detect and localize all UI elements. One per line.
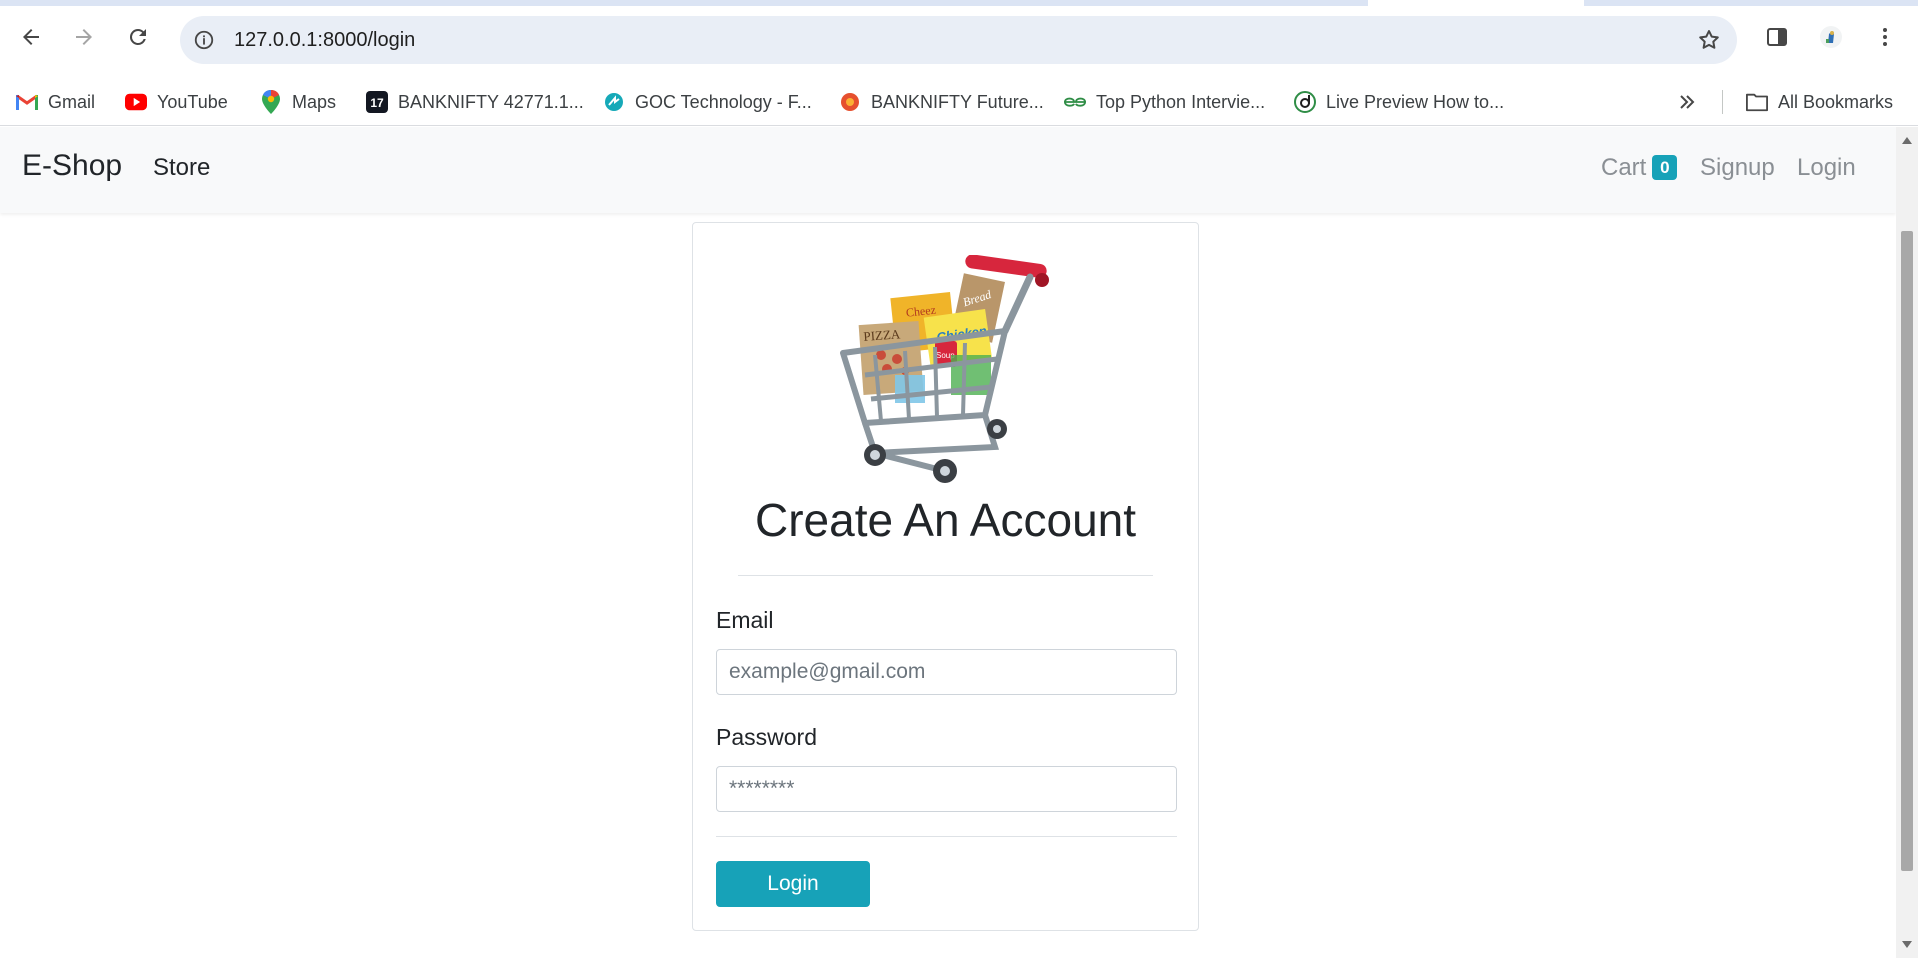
password-label: Password <box>716 724 817 750</box>
goc-icon <box>603 91 625 113</box>
bookmark-label: BANKNIFTY 42771.1... <box>398 91 584 112</box>
svg-text:PIZZA: PIZZA <box>863 326 901 344</box>
bookmark-label: BANKNIFTY Future... <box>871 91 1044 112</box>
banknifty-future-icon <box>839 91 861 113</box>
title-divider <box>738 575 1153 576</box>
svg-text:17: 17 <box>370 96 384 110</box>
cart-count-badge: 0 <box>1652 155 1678 180</box>
bookmark-label: Live Preview How to... <box>1326 91 1505 112</box>
brand-logo[interactable]: E-Shop <box>22 149 122 183</box>
geeksforgeeks-icon <box>1064 91 1086 113</box>
back-button[interactable] <box>13 19 49 55</box>
page-title: Create An Account <box>754 494 1137 546</box>
profile-avatar-button[interactable] <box>1813 19 1849 55</box>
bookmarks-separator <box>1722 90 1723 114</box>
back-arrow-icon <box>23 29 39 45</box>
scroll-down-arrow-icon[interactable] <box>1902 941 1912 948</box>
vertical-scrollbar[interactable] <box>1896 127 1918 958</box>
form-divider <box>716 836 1177 837</box>
bookmark-goc-technology[interactable]: GOC Technology - F... <box>603 78 812 126</box>
bookmark-label: YouTube <box>157 91 228 112</box>
live-preview-icon <box>1294 91 1316 113</box>
scrollbar-thumb[interactable] <box>1901 231 1913 871</box>
forward-button[interactable] <box>66 19 102 55</box>
cart-label: Cart <box>1601 154 1647 181</box>
kebab-menu-icon <box>1883 28 1887 46</box>
bookmark-label: GOC Technology - F... <box>635 91 812 112</box>
login-card: Cheez Bread Chicken Soup PIZZA Create An <box>692 222 1199 931</box>
bookmark-label: Gmail <box>48 91 96 112</box>
bookmark-label: Top Python Intervie... <box>1096 91 1266 112</box>
password-field[interactable] <box>716 766 1177 812</box>
reload-button[interactable] <box>120 19 156 55</box>
info-icon <box>194 30 214 50</box>
all-bookmarks-button[interactable]: All Bookmarks <box>1746 78 1893 126</box>
nav-link-cart[interactable]: Cart 0 <box>1601 154 1678 182</box>
address-bar[interactable]: 127.0.0.1:8000/login <box>180 16 1737 64</box>
scroll-up-arrow-icon[interactable] <box>1902 137 1912 144</box>
more-bookmarks-button[interactable] <box>1676 78 1698 126</box>
youtube-icon <box>125 91 147 113</box>
page-viewport: E-Shop Store Cart 0 Signup Login Cheez Br… <box>0 127 1896 958</box>
shopping-cart-illustration: Cheez Bread Chicken Soup PIZZA <box>840 255 1049 483</box>
nav-link-signup[interactable]: Signup <box>1700 154 1775 182</box>
bookmark-top-python[interactable]: Top Python Intervie... <box>1064 78 1265 126</box>
nav-link-store[interactable]: Store <box>153 154 210 182</box>
bookmark-youtube[interactable]: YouTube <box>125 78 228 126</box>
bookmark-label: Maps <box>292 91 337 112</box>
gmail-icon <box>16 91 38 113</box>
nav-link-login[interactable]: Login <box>1797 154 1856 182</box>
url-text[interactable]: 127.0.0.1:8000/login <box>234 16 415 64</box>
email-field[interactable] <box>716 649 1177 695</box>
bookmark-banknifty[interactable]: 17 BANKNIFTY 42771.1... <box>366 78 584 126</box>
site-info-button[interactable] <box>186 22 222 58</box>
bookmark-maps[interactable]: Maps <box>260 78 336 126</box>
browser-toolbar: 127.0.0.1:8000/login <box>0 6 1918 78</box>
forward-arrow-icon <box>76 29 92 45</box>
site-navbar: E-Shop Store Cart 0 Signup Login <box>0 127 1896 213</box>
bookmark-banknifty-future[interactable]: BANKNIFTY Future... <box>839 78 1044 126</box>
side-panel-icon <box>1767 28 1787 46</box>
star-icon <box>1699 30 1719 49</box>
side-panel-button[interactable] <box>1759 19 1795 55</box>
bookmark-live-preview[interactable]: Live Preview How to... <box>1294 78 1504 126</box>
bookmark-gmail[interactable]: Gmail <box>16 78 95 126</box>
tradingview-icon: 17 <box>366 91 388 113</box>
profile-avatar-icon <box>1820 26 1842 48</box>
bookmarks-bar: Gmail YouTube Maps 17 BANKNIFTY 42771.1.… <box>0 78 1918 126</box>
bookmark-label: All Bookmarks <box>1778 91 1894 112</box>
browser-menu-button[interactable] <box>1867 19 1903 55</box>
login-submit-button[interactable]: Login <box>716 861 870 907</box>
maps-icon <box>260 90 282 114</box>
folder-icon <box>1746 91 1768 113</box>
bookmark-star-button[interactable] <box>1693 24 1725 56</box>
double-chevron-right-icon <box>1676 91 1698 113</box>
reload-icon <box>129 28 146 45</box>
email-label: Email <box>716 607 774 633</box>
